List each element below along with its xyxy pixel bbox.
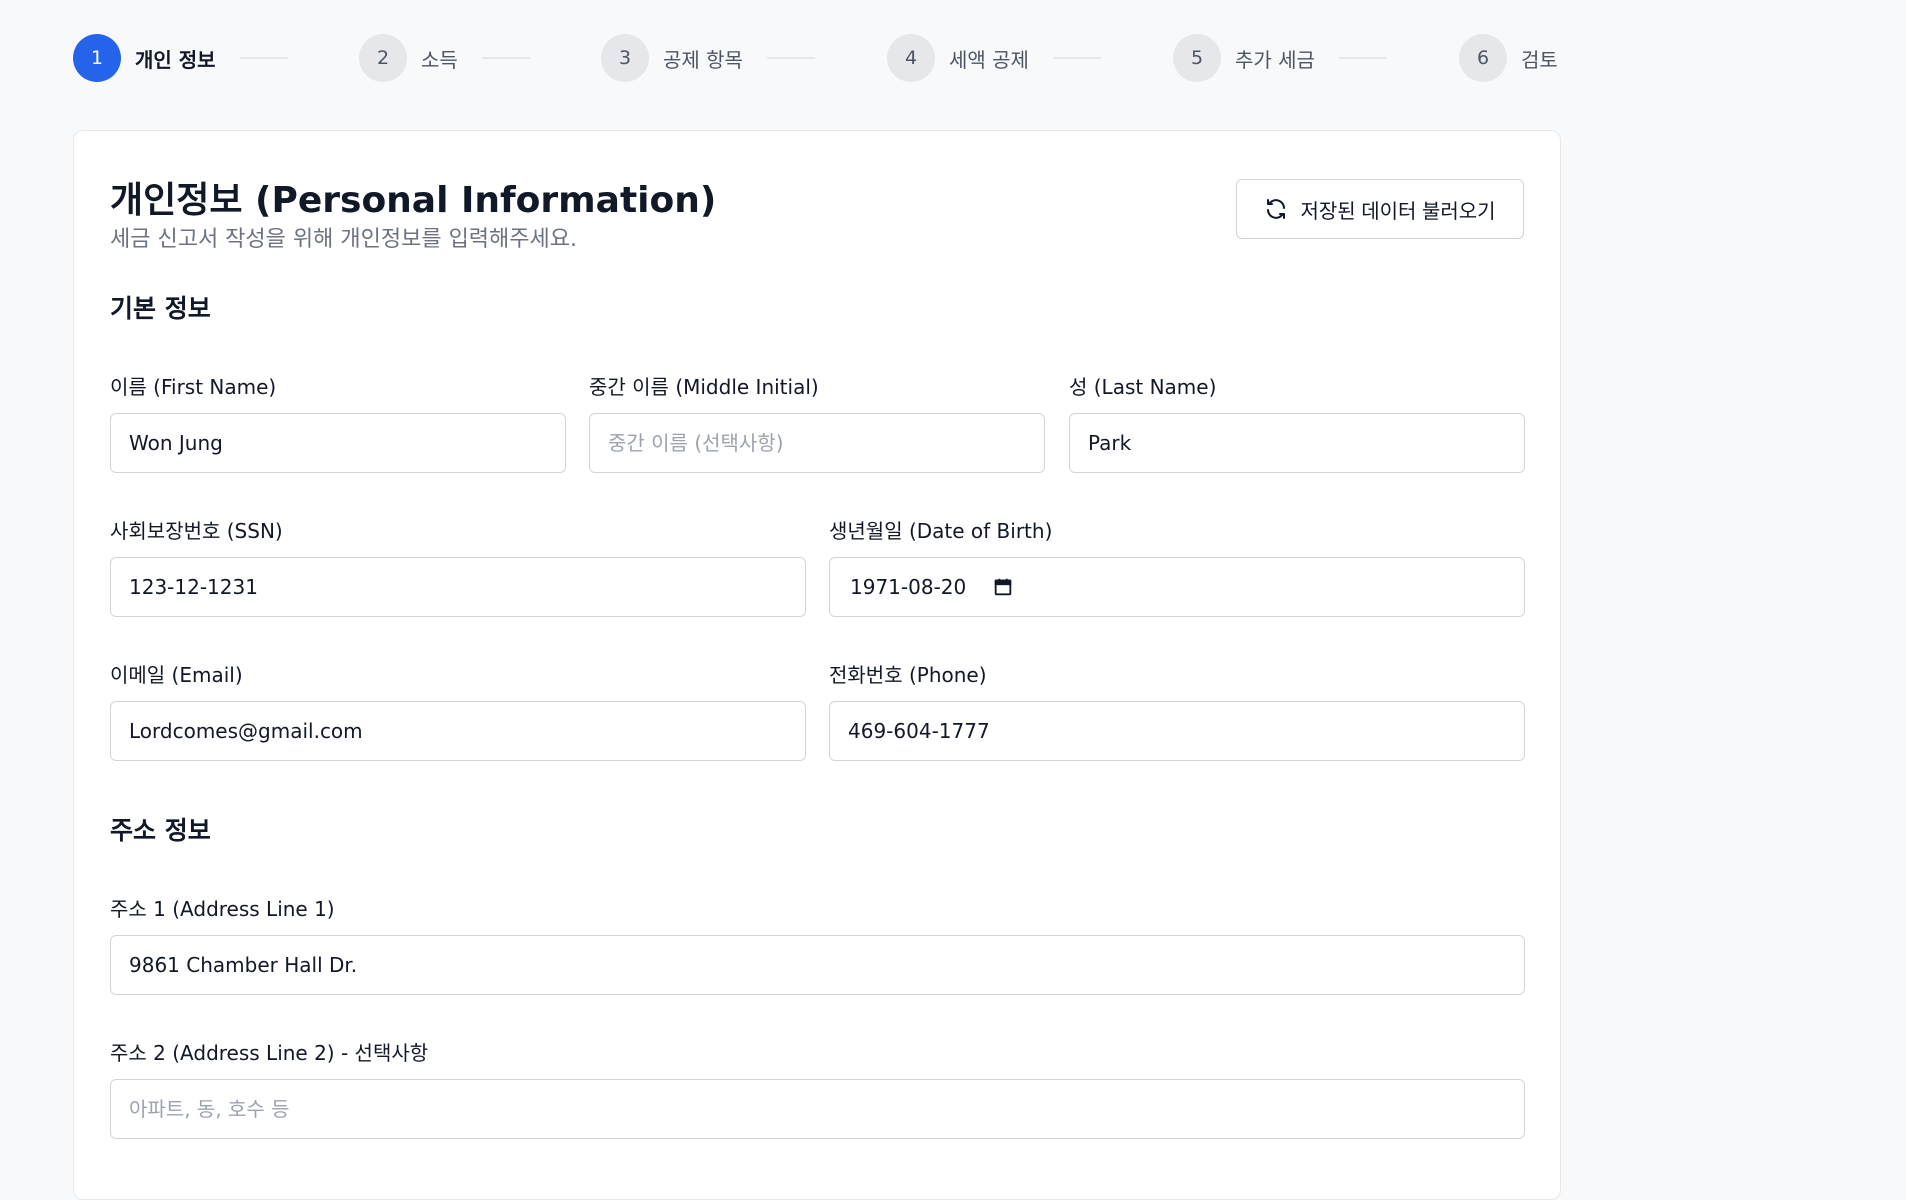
step-number: 5: [1173, 34, 1221, 82]
address2-label: 주소 2 (Address Line 2) - 선택사항: [110, 1041, 429, 1065]
ssn-input[interactable]: [110, 557, 806, 617]
step-label: 공제 항목: [663, 47, 743, 72]
calendar-icon[interactable]: [992, 576, 1014, 598]
phone-input[interactable]: [829, 701, 1525, 761]
step-connector: [1338, 57, 1387, 59]
phone-label: 전화번호 (Phone): [829, 663, 987, 687]
step-tax-credits[interactable]: 4 세액 공제: [887, 34, 1173, 82]
progress-stepper: 1 개인 정보 2 소득 3 공제 항목 4 세액 공제 5 추가 세금 6 검…: [73, 34, 1558, 82]
step-connector: [1052, 57, 1101, 59]
step-additional-taxes[interactable]: 5 추가 세금: [1173, 34, 1459, 82]
middle-initial-label: 중간 이름 (Middle Initial): [589, 375, 819, 399]
step-number: 1: [73, 34, 121, 82]
last-name-label: 성 (Last Name): [1069, 375, 1217, 399]
step-number: 6: [1459, 34, 1507, 82]
personal-info-card: 개인정보 (Personal Information) 세금 신고서 작성을 위…: [73, 130, 1561, 1200]
step-connector: [239, 57, 288, 59]
ssn-label: 사회보장번호 (SSN): [110, 519, 283, 543]
step-label: 세액 공제: [949, 47, 1029, 72]
step-number: 4: [887, 34, 935, 82]
dob-input[interactable]: 1971-08-20: [829, 557, 1525, 617]
step-label: 추가 세금: [1235, 47, 1315, 72]
step-connector: [481, 57, 530, 59]
step-number: 3: [601, 34, 649, 82]
load-saved-data-button[interactable]: 저장된 데이터 불러오기: [1236, 179, 1524, 239]
basic-info-heading: 기본 정보: [110, 294, 211, 323]
email-input[interactable]: [110, 701, 806, 761]
last-name-input[interactable]: [1069, 413, 1525, 473]
step-label: 소득: [421, 47, 458, 72]
first-name-label: 이름 (First Name): [110, 375, 277, 399]
middle-initial-input[interactable]: [589, 413, 1045, 473]
address1-input[interactable]: [110, 935, 1525, 995]
step-deductions[interactable]: 3 공제 항목: [601, 34, 887, 82]
email-label: 이메일 (Email): [110, 663, 243, 687]
step-connector: [766, 57, 815, 59]
step-income[interactable]: 2 소득: [359, 34, 601, 82]
address1-label: 주소 1 (Address Line 1): [110, 897, 335, 921]
address-info-heading: 주소 정보: [110, 816, 211, 845]
step-label: 검토: [1521, 47, 1558, 72]
step-review[interactable]: 6 검토: [1459, 34, 1558, 82]
refresh-icon: [1264, 197, 1288, 221]
page-title: 개인정보 (Personal Information): [110, 180, 717, 221]
load-button-label: 저장된 데이터 불러오기: [1300, 200, 1496, 223]
first-name-input[interactable]: [110, 413, 566, 473]
dob-value: 1971-08-20: [850, 575, 967, 599]
step-personal-info[interactable]: 1 개인 정보: [73, 34, 359, 82]
page-subtitle: 세금 신고서 작성을 위해 개인정보를 입력해주세요.: [110, 227, 578, 252]
step-number: 2: [359, 34, 407, 82]
address2-input[interactable]: [110, 1079, 1525, 1139]
dob-label: 생년월일 (Date of Birth): [829, 519, 1053, 543]
step-label: 개인 정보: [135, 47, 216, 72]
